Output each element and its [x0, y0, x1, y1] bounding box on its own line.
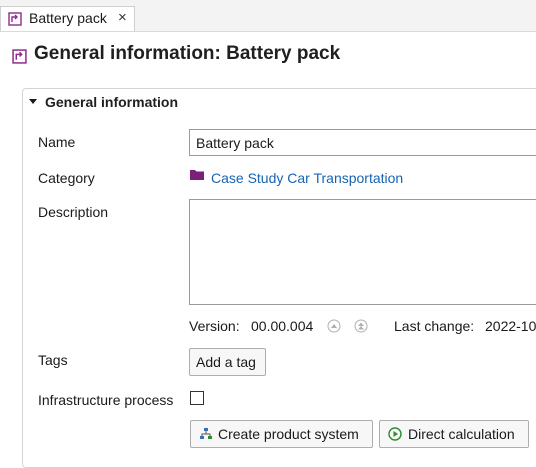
add-tag-button[interactable]: Add a tag [189, 348, 266, 376]
product-system-icon [200, 428, 212, 439]
infrastructure-process-label: Infrastructure process [38, 392, 174, 408]
page-title: General information: Battery pack [34, 43, 341, 64]
tab-label: Battery pack [29, 10, 107, 26]
description-field[interactable] [189, 199, 536, 305]
name-field[interactable] [189, 129, 536, 156]
last-change-label: Last change: [394, 318, 475, 334]
category-label: Category [38, 170, 95, 186]
editor-tab-bar: Battery pack × [0, 0, 536, 32]
version-label: Version: [189, 318, 240, 334]
create-product-system-label: Create product system [218, 426, 359, 442]
close-icon[interactable]: × [118, 9, 127, 26]
category-link[interactable]: Case Study Car Transportation [211, 170, 403, 186]
process-icon [8, 12, 22, 26]
folder-icon [190, 170, 204, 180]
version-increment-icon[interactable] [327, 319, 341, 333]
tab-battery-pack[interactable]: Battery pack × [0, 6, 135, 31]
infrastructure-process-checkbox[interactable] [190, 391, 204, 405]
last-change-value: 2022-10 [485, 318, 536, 334]
section-title: General information [45, 94, 179, 110]
add-tag-label: Add a tag [196, 354, 256, 370]
process-icon [12, 49, 27, 64]
version-increment-major-icon[interactable] [354, 319, 368, 333]
description-label: Description [38, 204, 109, 220]
play-icon [388, 427, 402, 441]
tags-label: Tags [38, 352, 68, 368]
direct-calculation-button[interactable]: Direct calculation [379, 420, 529, 448]
create-product-system-button[interactable]: Create product system [190, 420, 373, 448]
name-label: Name [38, 134, 76, 150]
direct-calculation-label: Direct calculation [408, 426, 515, 442]
version-value: 00.00.004 [251, 318, 314, 334]
chevron-down-icon [29, 99, 37, 104]
